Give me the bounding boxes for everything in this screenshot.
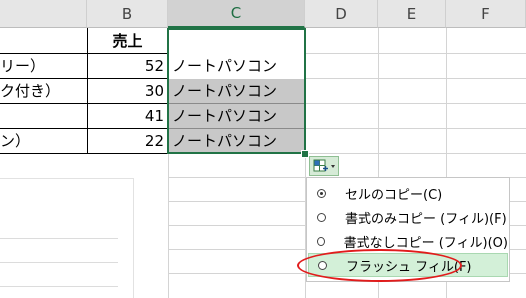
selection-range bbox=[167, 28, 306, 154]
cell-b3[interactable]: 30 bbox=[88, 79, 164, 103]
column-header-a[interactable] bbox=[0, 0, 87, 28]
column-header-f[interactable]: F bbox=[446, 0, 526, 28]
column-header-c[interactable]: C bbox=[168, 0, 305, 28]
menu-item-label: セルのコピー(C) bbox=[345, 187, 443, 203]
cell-a3[interactable]: ク付き） bbox=[0, 79, 86, 103]
cell-b2[interactable]: 52 bbox=[88, 54, 164, 78]
radio-icon bbox=[317, 212, 326, 222]
cell-b5[interactable]: 22 bbox=[88, 129, 164, 153]
column-header-b[interactable]: B bbox=[87, 0, 168, 28]
radio-selected-icon bbox=[317, 188, 326, 198]
menu-item-label: 書式のみコピー (フィル)(F) bbox=[345, 211, 507, 227]
menu-item-label: 書式なしコピー (フィル)(O) bbox=[343, 235, 508, 251]
cell-b4[interactable]: 41 bbox=[88, 104, 164, 128]
radio-icon bbox=[317, 236, 325, 246]
fill-handle[interactable] bbox=[301, 150, 309, 158]
column-header-e[interactable]: E bbox=[378, 0, 446, 28]
highlight-ellipse bbox=[297, 249, 462, 282]
menu-item-fill-formatting-only[interactable]: 書式のみコピー (フィル)(F) bbox=[308, 205, 508, 229]
header-cell-sales[interactable]: 売上 bbox=[87, 29, 168, 53]
autofill-options-button[interactable] bbox=[309, 156, 339, 176]
cell-a2[interactable]: リー） bbox=[0, 54, 86, 78]
cell-a5[interactable]: ン） bbox=[0, 129, 86, 153]
autofill-options-icon bbox=[313, 159, 335, 172]
menu-item-copy-cells[interactable]: セルのコピー(C) bbox=[308, 181, 508, 205]
column-header-d[interactable]: D bbox=[305, 0, 378, 28]
